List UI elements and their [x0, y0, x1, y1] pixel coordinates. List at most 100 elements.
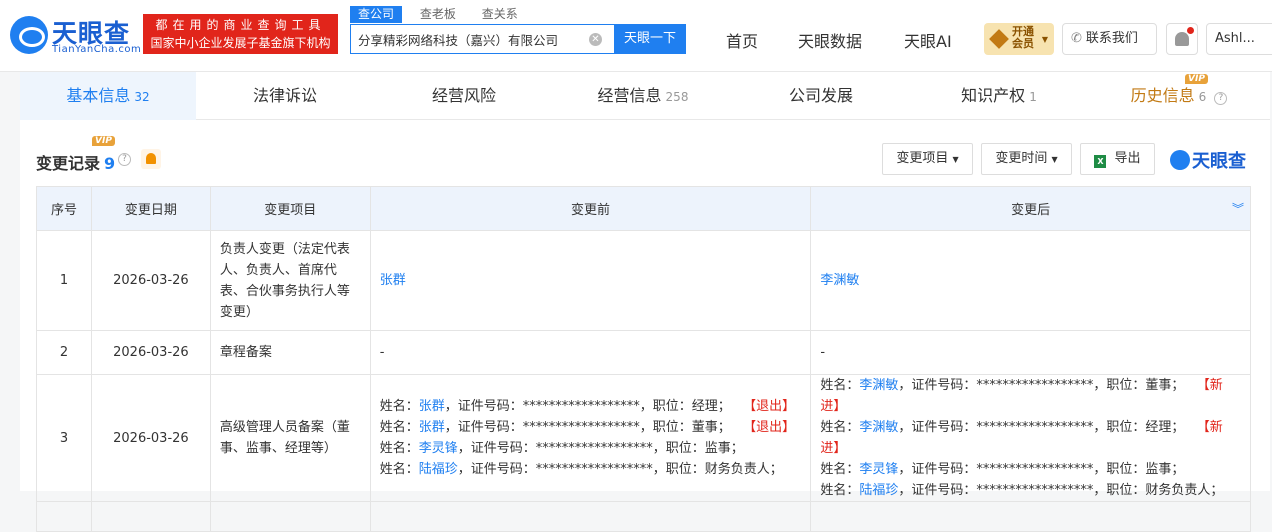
search-input[interactable] — [351, 25, 586, 53]
tab-label: 经营风险 — [431, 86, 496, 105]
line-prefix: 姓名： — [379, 420, 419, 435]
bell-icon — [1175, 32, 1189, 46]
eye-logo-icon — [1170, 150, 1190, 170]
brand-text: 天眼查 — [1192, 151, 1246, 172]
tab-label: 知识产权 — [961, 86, 1026, 105]
record-line: 姓名：李灵锋，证件号码：******************，职位：监事； — [820, 459, 1241, 480]
tab-operation[interactable]: 经营信息 258 — [554, 72, 732, 120]
table-row: 1 2026-03-26 负责人变更（法定代表人、负责人、首席代表、合伙事务执行… — [36, 230, 1251, 331]
record-line: 姓名：张群，证件号码：******************，职位：经理； 【退出… — [380, 396, 802, 417]
tab-development[interactable]: 公司发展 — [732, 72, 910, 120]
line-prefix: 姓名： — [820, 420, 860, 435]
person-link[interactable]: 李渊敏 — [859, 378, 898, 393]
person-link[interactable]: 陆福珍 — [419, 462, 458, 477]
clear-icon[interactable]: ✕ — [589, 33, 602, 46]
record-line: 姓名：陆福珍，证件号码：******************，职位：财务负责人； — [380, 459, 802, 480]
line-detail: ，证件号码：******************，职位：经理； — [898, 420, 1185, 435]
vip-badge: VIP — [92, 136, 115, 146]
slogan-banner: 都在用的商业查询工具 国家中小企业发展子基金旗下机构 — [143, 14, 338, 54]
nav-ai[interactable]: 天眼AI — [904, 28, 952, 52]
search-button[interactable]: 天眼一下 — [614, 24, 686, 54]
export-button[interactable]: X 导出 — [1080, 143, 1155, 175]
change-record-table: 序号 变更日期 变更项目 变更前 变更后 ︾ 1 2026-03-26 负责人变更… — [36, 186, 1251, 532]
filter-change-item[interactable]: 变更项目 ▼ — [882, 143, 973, 175]
search-tab-company[interactable]: 查公司 — [350, 6, 403, 23]
search-tab-relation[interactable]: 查关系 — [474, 6, 526, 23]
tab-legal[interactable]: 法律诉讼 — [196, 72, 374, 120]
table-row — [36, 501, 1251, 532]
help-icon[interactable]: ? — [1214, 92, 1228, 105]
cell-item: 负责人变更（法定代表人、负责人、首席代表、合伙事务执行人等变更） — [209, 230, 371, 331]
contact-label: 联系我们 — [1085, 31, 1138, 46]
nav-home[interactable]: 首页 — [726, 28, 758, 52]
logo-subtext: TianYanCha.com — [52, 44, 142, 55]
bell-icon[interactable] — [141, 149, 161, 169]
line-detail: ，证件号码：******************，职位：监事； — [457, 441, 744, 456]
slogan-line1: 都在用的商业查询工具 — [155, 18, 326, 32]
col-header-before: 变更前 — [369, 186, 812, 231]
person-link[interactable]: 李灵锋 — [859, 462, 898, 477]
cell-item: 高级管理人员备案（董事、监事、经理等） — [209, 374, 371, 502]
tab-risk[interactable]: 经营风险 — [374, 72, 554, 120]
line-detail: ，证件号码：******************，职位：董事； — [898, 378, 1185, 393]
caret-down-icon: ▼ — [1051, 155, 1058, 164]
export-label: 导出 — [1114, 151, 1141, 166]
notification-button[interactable] — [1166, 23, 1198, 55]
person-link[interactable]: 李灵锋 — [419, 441, 458, 456]
tab-basic-info[interactable]: 基本信息 32 — [20, 72, 196, 120]
col-header-after-label: 变更后 — [1011, 203, 1051, 218]
tab-label: 基本信息 — [66, 86, 131, 105]
filter-change-time[interactable]: 变更时间 ▼ — [981, 143, 1072, 175]
tab-count: 1 — [1029, 90, 1037, 104]
tab-ip[interactable]: 知识产权 1 — [910, 72, 1088, 120]
record-line: 姓名：李渊敏，证件号码：******************，职位：董事； 【新… — [820, 375, 1241, 417]
cell-date: 2026-03-26 — [90, 230, 211, 331]
person-link[interactable]: 李渊敏 — [820, 273, 859, 288]
section-title-text: 变更记录 — [36, 154, 101, 173]
help-icon[interactable]: ? — [118, 153, 131, 166]
cell-after: - — [810, 330, 1251, 375]
tab-label: 公司发展 — [788, 86, 853, 105]
open-vip-button[interactable]: 开通 会员 ▼ — [984, 23, 1054, 55]
person-link[interactable]: 张群 — [380, 273, 406, 288]
line-prefix: 姓名： — [379, 441, 419, 456]
section-tabs: 基本信息 32 法律诉讼 经营风险 经营信息 258 公司发展 知识产权 1 历史信息… — [20, 72, 1270, 120]
section-count: 9 — [104, 154, 116, 173]
person-link[interactable]: 张群 — [419, 399, 445, 414]
table-row: 2 2026-03-26 章程备案 - - — [36, 330, 1251, 375]
person-link[interactable]: 张群 — [419, 420, 445, 435]
tab-label: 法律诉讼 — [252, 86, 317, 105]
brand-watermark: 天眼查 — [1170, 147, 1246, 173]
cell-no: 1 — [36, 230, 92, 331]
cell-after: 姓名：李渊敏，证件号码：******************，职位：董事； 【新… — [810, 374, 1251, 502]
tianyancha-logo[interactable]: 天眼查 TianYanCha.com — [10, 14, 141, 56]
nav-data[interactable]: 天眼数据 — [798, 28, 862, 52]
line-prefix: 姓名： — [379, 462, 419, 477]
cell-after: 李渊敏 — [810, 230, 1251, 331]
user-name: Ashl... — [1215, 31, 1255, 46]
col-header-date: 变更日期 — [90, 186, 211, 231]
record-line: 姓名：张群，证件号码：******************，职位：董事； 【退出… — [380, 417, 802, 438]
person-link[interactable]: 李渊敏 — [859, 420, 898, 435]
user-menu[interactable]: Ashl... — [1206, 23, 1272, 55]
search-type-tabs: 查公司 查老板 查关系 — [350, 6, 532, 24]
col-header-item: 变更项目 — [209, 186, 371, 231]
tab-label: 历史信息 — [1130, 86, 1195, 105]
filter-label: 变更时间 — [995, 151, 1048, 166]
search-tab-boss[interactable]: 查老板 — [412, 6, 464, 23]
caret-down-icon: ▼ — [952, 155, 959, 164]
caret-down-icon: ▼ — [1041, 35, 1048, 44]
vip-badge: VIP — [1185, 74, 1208, 84]
cell-before: 张群 — [369, 230, 812, 331]
tab-count: 32 — [134, 90, 150, 104]
tab-history[interactable]: 历史信息 6 ? — [1088, 72, 1270, 120]
col-header-after: 变更后 ︾ — [810, 186, 1251, 231]
table-header-row: 序号 变更日期 变更项目 变更前 变更后 ︾ — [36, 186, 1251, 231]
table-row: 3 2026-03-26 高级管理人员备案（董事、监事、经理等） 姓名：张群，证… — [36, 374, 1251, 502]
excel-icon: X — [1094, 155, 1107, 168]
record-line: 姓名：李灵锋，证件号码：******************，职位：监事； — [380, 438, 802, 459]
expand-icon[interactable]: ︾ — [1232, 200, 1244, 217]
section-title: 变更记录 9 — [36, 150, 115, 174]
contact-us-button[interactable]: ✆ 联系我们 — [1062, 23, 1157, 55]
tab-count: 258 — [665, 90, 689, 104]
